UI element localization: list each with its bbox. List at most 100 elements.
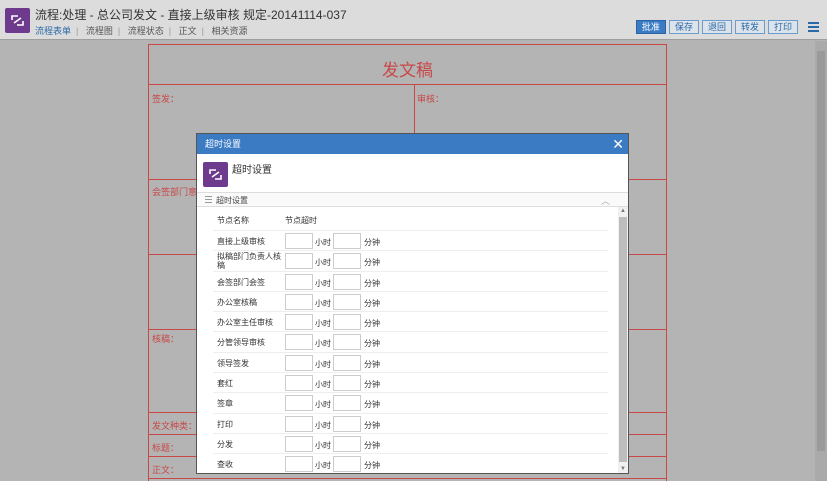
section-title: 超时设置 <box>216 196 248 205</box>
tab-separator: | <box>76 26 79 36</box>
minute-input[interactable] <box>333 233 361 249</box>
hour-unit: 小时 <box>315 278 331 288</box>
menu-icon[interactable] <box>808 22 819 32</box>
chevron-up-icon[interactable]: ︿ <box>601 194 610 207</box>
minute-input[interactable] <box>333 395 361 412</box>
section-header[interactable]: 超时设置 ︿ <box>197 192 628 207</box>
table-row: 办公室主任审核 小时 分钟 <box>213 311 608 331</box>
page-scrollbar[interactable] <box>815 41 827 481</box>
table-row: 分管领导审核 小时 分钟 <box>213 331 608 351</box>
minute-input[interactable] <box>333 415 361 432</box>
minute-input[interactable] <box>333 293 361 310</box>
hour-input[interactable] <box>285 395 313 412</box>
page-scrollbar-thumb[interactable] <box>817 51 825 451</box>
hour-input[interactable] <box>285 273 313 290</box>
minute-input[interactable] <box>333 375 361 392</box>
dialog-header: 超时设置 ✕ <box>197 134 628 154</box>
table-row: 办公室核稿 小时 分钟 <box>213 290 608 311</box>
tab-body[interactable]: 正文 <box>179 24 197 37</box>
hour-input[interactable] <box>285 233 313 249</box>
app-header: 流程:处理 - 总公司发文 - 直接上级审核 规定-20141114-037 流… <box>0 0 827 40</box>
print-button[interactable]: 打印 <box>767 20 798 34</box>
tab-form[interactable]: 流程表单 <box>35 24 71 37</box>
hour-input[interactable] <box>285 354 313 371</box>
tab-status[interactable]: 流程状态 <box>128 24 164 37</box>
node-name: 查收 <box>217 460 233 470</box>
tab-separator: | <box>201 26 204 36</box>
hour-input[interactable] <box>285 293 313 310</box>
table-row: 直接上级审核 小时 分钟 <box>213 230 608 250</box>
table-row: 拟稿部门负责人核稿 小时 分钟 <box>213 250 608 270</box>
scroll-up-icon[interactable]: ▲ <box>620 208 626 214</box>
node-name: 打印 <box>217 419 233 429</box>
hour-input[interactable] <box>285 415 313 432</box>
hour-unit: 小时 <box>315 298 331 308</box>
minute-input[interactable] <box>333 253 361 270</box>
tab-resources[interactable]: 相关资源 <box>212 24 248 37</box>
scroll-down-icon[interactable]: ▼ <box>620 466 626 472</box>
minute-unit: 分钟 <box>364 238 380 247</box>
sign-label: 签发： <box>152 94 180 104</box>
table-row: 查收 小时 分钟 <box>213 453 608 473</box>
node-name: 套红 <box>217 379 233 389</box>
minute-input[interactable] <box>333 435 361 452</box>
hour-unit: 小时 <box>315 400 331 410</box>
minute-unit: 分钟 <box>364 258 380 268</box>
list-icon <box>205 196 212 205</box>
app-logo-icon <box>5 8 30 33</box>
hour-unit: 小时 <box>315 258 331 268</box>
column-header-name: 节点名称 <box>217 216 249 225</box>
hour-input[interactable] <box>285 435 313 452</box>
hour-input[interactable] <box>285 253 313 270</box>
minute-unit: 分钟 <box>364 420 380 430</box>
minute-unit: 分钟 <box>364 339 380 349</box>
body-label: 正文： <box>152 465 180 475</box>
return-button[interactable]: 退回 <box>701 20 732 34</box>
approve-button[interactable]: 批准 <box>635 20 666 34</box>
category-label: 发文种类： <box>152 421 198 431</box>
tab-diagram[interactable]: 流程图 <box>86 24 113 37</box>
hour-unit: 小时 <box>315 339 331 349</box>
nav-tabs: 流程表单 | 流程图 | 流程状态 | 正文 | 相关资源 <box>35 24 248 37</box>
dialog-header-title: 超时设置 <box>205 139 242 149</box>
subject-label: 标题： <box>152 443 180 453</box>
minute-unit: 分钟 <box>364 319 380 329</box>
dialog-logo-icon <box>203 162 228 187</box>
hour-input[interactable] <box>285 314 313 331</box>
column-header-timeout: 节点超时 <box>285 216 317 225</box>
timeout-settings-dialog: 超时设置 ✕ 超时设置 超时设置 ︿ 节点名称 节点超时 直接上级审核 小时 分钟拟… <box>196 133 629 474</box>
timeout-table: 节点名称 节点超时 直接上级审核 小时 分钟 拟稿部门负责人核稿 小时 分钟 会签部门会签小… <box>213 210 608 474</box>
forward-button[interactable]: 转发 <box>734 20 765 34</box>
node-name: 直接上级审核 <box>217 237 265 246</box>
hour-unit: 小时 <box>315 238 331 247</box>
dialog-scrollbar[interactable]: ▲ ▼ <box>618 207 628 473</box>
minute-input[interactable] <box>333 314 361 331</box>
minute-input[interactable] <box>333 456 361 473</box>
close-icon[interactable]: ✕ <box>612 134 624 154</box>
hour-input[interactable] <box>285 456 313 473</box>
save-button[interactable]: 保存 <box>668 20 699 34</box>
node-name: 签章 <box>217 399 233 409</box>
node-name: 拟稿部门负责人核稿 <box>217 252 281 271</box>
minute-input[interactable] <box>333 273 361 290</box>
node-name: 会签部门会签 <box>217 277 265 287</box>
node-name: 办公室核稿 <box>217 297 257 307</box>
hour-input[interactable] <box>285 334 313 351</box>
hour-unit: 小时 <box>315 359 331 369</box>
node-name: 办公室主任审核 <box>217 318 273 328</box>
minute-input[interactable] <box>333 334 361 351</box>
minute-unit: 分钟 <box>364 380 380 390</box>
hour-unit: 小时 <box>315 440 331 450</box>
hour-unit: 小时 <box>315 420 331 430</box>
minute-unit: 分钟 <box>364 461 380 471</box>
minute-input[interactable] <box>333 354 361 371</box>
dialog-scrollbar-thumb[interactable] <box>619 217 627 462</box>
hour-unit: 小时 <box>315 461 331 471</box>
minute-unit: 分钟 <box>364 440 380 450</box>
table-body: 直接上级审核 小时 分钟 拟稿部门负责人核稿 小时 分钟 会签部门会签 小时 分钟 办公室核稿 小时… <box>213 230 608 474</box>
document-title: 发文稿 <box>382 61 433 80</box>
node-name: 分管领导审核 <box>217 338 265 348</box>
table-row: 领导签发 小时 分钟 <box>213 351 608 372</box>
dialog-title: 超时设置 <box>232 165 272 176</box>
hour-input[interactable] <box>285 375 313 392</box>
